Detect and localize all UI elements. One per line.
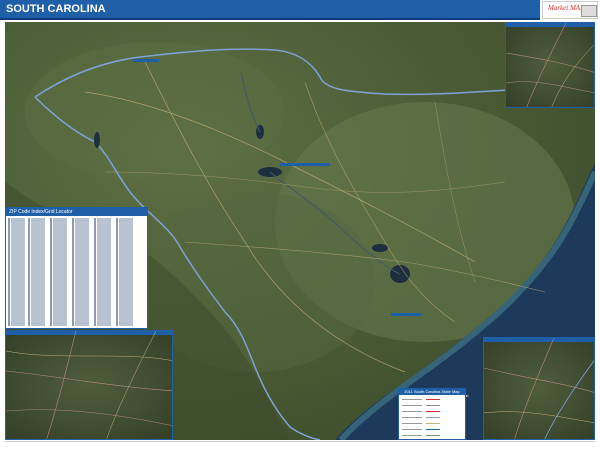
- inset-roads: [6, 331, 172, 439]
- map-title-bar: SOUTH CAROLINA: [0, 0, 540, 20]
- zip-code-index-panel: ZIP Code Index/Grid Locator: [5, 207, 148, 329]
- city-label: [133, 59, 159, 62]
- city-label: [391, 313, 421, 316]
- map-legend: 2011 South Carolina State Map: [398, 388, 466, 440]
- legend-row: [402, 403, 464, 408]
- inset-roads: [484, 338, 594, 439]
- map-title: SOUTH CAROLINA: [6, 3, 106, 15]
- market-maps-logo: Market MAPS: [542, 1, 598, 19]
- legend-row: [402, 397, 464, 402]
- footer-line: [5, 441, 595, 442]
- legend-row: [402, 415, 464, 420]
- legend-title: 2011 South Carolina State Map: [399, 389, 465, 395]
- legend-row: [402, 421, 464, 426]
- zip-index-columns: [8, 218, 133, 326]
- title-bar-stripe: [0, 18, 540, 20]
- city-label: [280, 163, 330, 166]
- zip-index-title: ZIP Code Index/Grid Locator: [6, 208, 147, 216]
- map-footer: [0, 440, 600, 450]
- inset-map-bottom-right[interactable]: [483, 337, 595, 440]
- inset-map-bottom-left[interactable]: [5, 330, 173, 440]
- inset-roads: [506, 23, 594, 107]
- inset-map-top-right[interactable]: [505, 22, 595, 108]
- legend-row: [402, 409, 464, 414]
- legend-row: [402, 427, 464, 432]
- legend-row: [402, 433, 464, 438]
- logo-badge-icon: [581, 5, 597, 17]
